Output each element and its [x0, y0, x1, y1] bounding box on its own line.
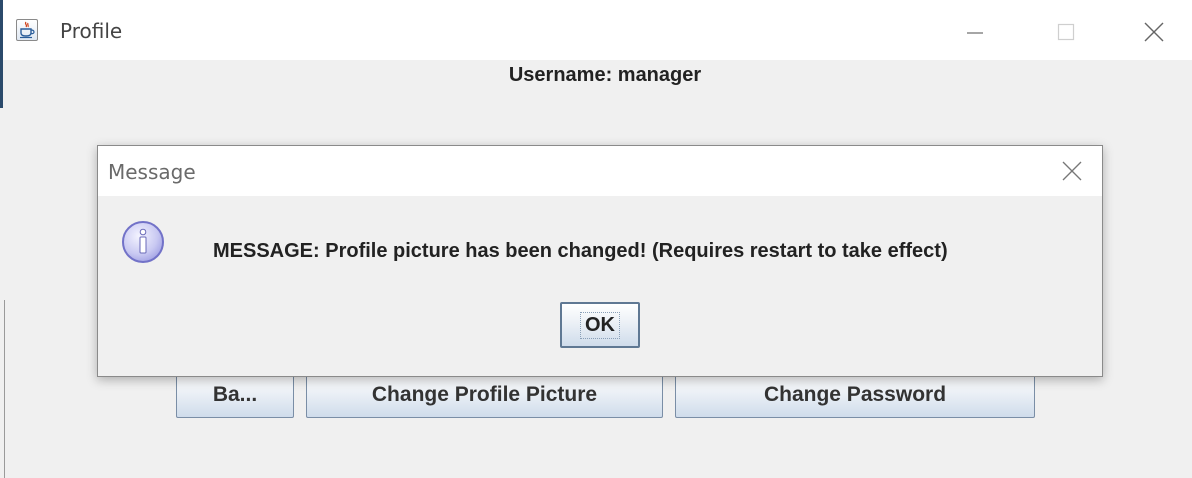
close-icon [1062, 161, 1082, 181]
window-title: Profile [60, 19, 123, 43]
profile-window: Profile Username: manager Ba... Change P… [0, 0, 1192, 478]
minimize-icon [967, 32, 983, 34]
dialog-title: Message [108, 160, 196, 184]
maximize-button[interactable] [1041, 12, 1091, 52]
window-left-edge-lower [4, 300, 5, 478]
ok-button-label: OK [580, 311, 620, 339]
close-icon [1144, 22, 1164, 42]
close-button[interactable] [1129, 12, 1179, 52]
java-coffee-icon [16, 19, 38, 41]
dialog-message: MESSAGE: Profile picture has been change… [213, 240, 948, 262]
dialog-titlebar[interactable]: Message [98, 146, 1102, 196]
username-label: Username: manager [508, 64, 702, 86]
window-titlebar[interactable]: Profile [3, 0, 1192, 60]
dialog-close-button[interactable] [1052, 154, 1092, 188]
change-profile-picture-button[interactable]: Change Profile Picture [306, 372, 663, 418]
minimize-button[interactable] [950, 12, 1000, 52]
back-button[interactable]: Ba... [176, 372, 294, 418]
change-password-button[interactable]: Change Password [675, 372, 1035, 418]
maximize-icon [1057, 23, 1075, 41]
information-icon [120, 219, 166, 265]
message-dialog: Message MESSAGE: Profile picture has bee… [97, 145, 1103, 377]
ok-button[interactable]: OK [560, 302, 640, 348]
